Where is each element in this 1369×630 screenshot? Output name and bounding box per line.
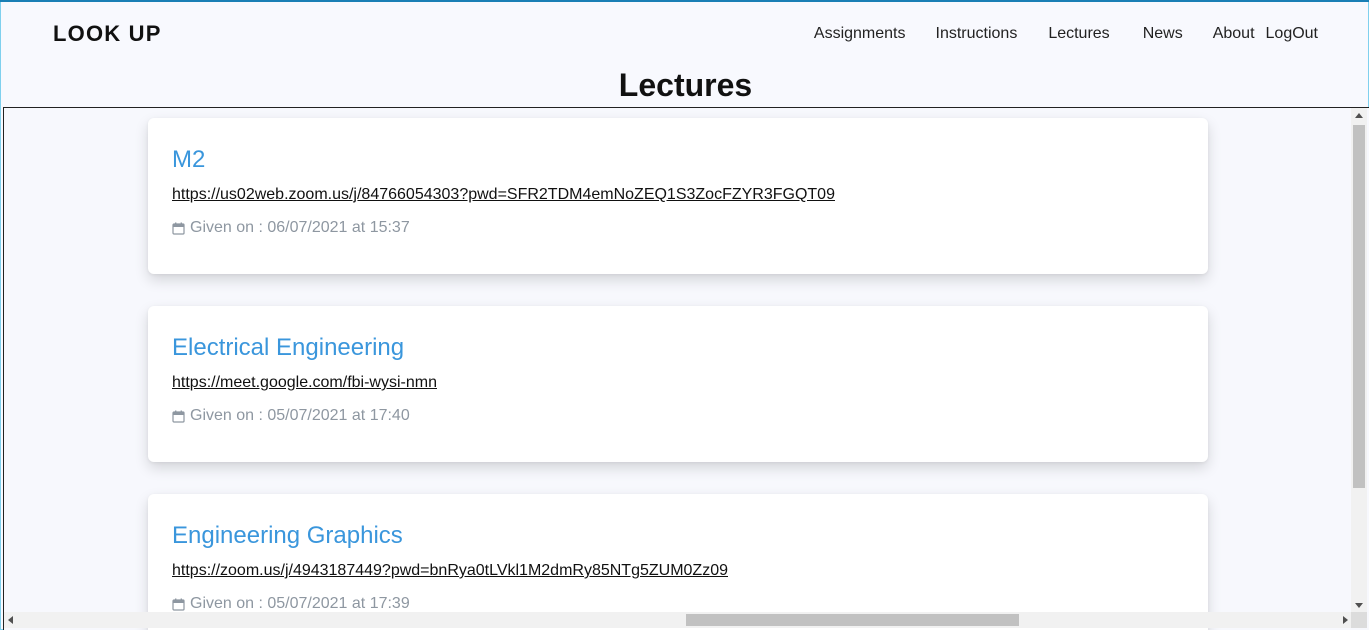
lecture-date-text: Given on : 06/07/2021 at 15:37 [190, 219, 410, 236]
lecture-date-text: Given on : 05/07/2021 at 17:39 [190, 595, 410, 612]
lecture-date-text: Given on : 05/07/2021 at 17:40 [190, 407, 410, 424]
horizontal-scroll-thumb[interactable] [686, 614, 1019, 626]
top-header: LOOK UP Assignments Instructions Lecture… [1, 1, 1368, 105]
vertical-scrollbar[interactable] [1351, 108, 1367, 613]
nav-lectures[interactable]: Lectures [1048, 25, 1109, 43]
nav-news[interactable]: News [1143, 25, 1183, 43]
calendar-icon [172, 222, 185, 235]
scroll-left-arrow-icon[interactable] [8, 616, 13, 624]
nav-instructions[interactable]: Instructions [936, 25, 1018, 43]
horizontal-scrollbar[interactable] [4, 612, 1352, 628]
lecture-link[interactable]: https://zoom.us/j/4943187449?pwd=bnRya0t… [172, 562, 728, 580]
nav-logout[interactable]: LogOut [1266, 25, 1318, 43]
scrollbar-corner [1351, 612, 1367, 628]
lecture-title: Engineering Graphics [172, 522, 403, 549]
lecture-title: M2 [172, 146, 206, 173]
lecture-date: Given on : 05/07/2021 at 17:39 [172, 595, 410, 613]
nav-about[interactable]: About [1213, 25, 1255, 43]
lecture-card: Engineering Graphics https://zoom.us/j/4… [148, 494, 1208, 630]
page-title: Lectures [618, 67, 753, 103]
vertical-scroll-thumb[interactable] [1353, 125, 1365, 488]
nav-assignments[interactable]: Assignments [814, 25, 906, 43]
lecture-link[interactable]: https://us02web.zoom.us/j/84766054303?pw… [172, 186, 835, 204]
lecture-card: Electrical Engineering https://meet.goog… [148, 306, 1208, 462]
app-window: LOOK UP Assignments Instructions Lecture… [0, 0, 1369, 630]
calendar-icon [172, 598, 185, 611]
lecture-title: Electrical Engineering [172, 334, 405, 361]
scroll-down-arrow-icon[interactable] [1355, 603, 1363, 608]
lecture-card: M2 https://us02web.zoom.us/j/84766054303… [148, 118, 1208, 274]
calendar-icon [172, 410, 185, 423]
scroll-up-arrow-icon[interactable] [1355, 113, 1363, 118]
main-nav: Assignments Instructions Lectures News A… [814, 25, 1318, 43]
lecture-date: Given on : 05/07/2021 at 17:40 [172, 407, 410, 425]
lecture-link[interactable]: https://meet.google.com/fbi-wysi-nmn [172, 374, 437, 392]
scroll-right-arrow-icon[interactable] [1343, 616, 1348, 624]
lectures-list: M2 https://us02web.zoom.us/j/84766054303… [3, 107, 1369, 630]
lecture-date: Given on : 06/07/2021 at 15:37 [172, 219, 410, 237]
brand-logo[interactable]: LOOK UP [53, 21, 162, 47]
